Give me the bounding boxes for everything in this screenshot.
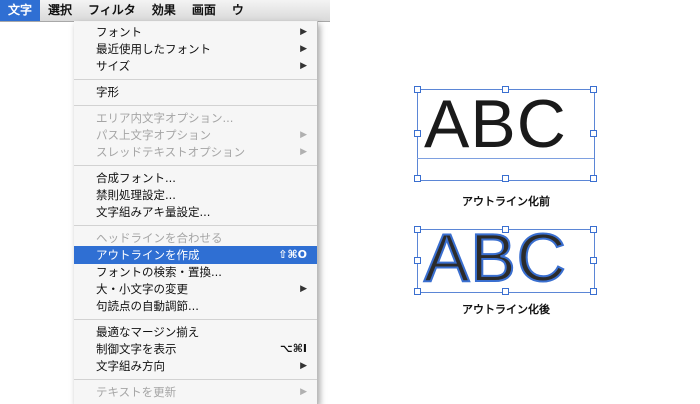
submenu-arrow-icon: ▶ bbox=[300, 387, 307, 397]
menu-item-kinsoku-settings[interactable]: 禁則処理設定... bbox=[74, 186, 317, 204]
bbox-handle[interactable] bbox=[502, 86, 509, 93]
text-dropdown-menu: フォント ▶ 最近使用したフォント ▶ サイズ ▶ 字形 エリア内文字オプション… bbox=[74, 21, 318, 404]
bbox-handle[interactable] bbox=[414, 130, 421, 137]
sample-text-before: ABC bbox=[424, 86, 567, 162]
menu-text[interactable]: 文字 bbox=[0, 0, 41, 21]
bbox-handle[interactable] bbox=[414, 175, 421, 182]
menu-item-type-on-path-options: パス上文字オプション ▶ bbox=[96, 128, 307, 142]
caption-before-outline: アウトライン化前 bbox=[462, 195, 550, 208]
sample-after-outline: ABC bbox=[414, 220, 598, 298]
menu-item-size[interactable]: サイズ ▶ bbox=[74, 57, 317, 75]
menu-item-type-orientation[interactable]: 文字組み方向 ▶ bbox=[74, 357, 317, 375]
bbox-handle[interactable] bbox=[414, 257, 421, 264]
bbox-handle[interactable] bbox=[414, 86, 421, 93]
menu-separator bbox=[74, 79, 317, 80]
sample-text-after: ABC bbox=[423, 220, 567, 296]
menu-item-area-type-options: エリア内文字オプション... bbox=[96, 111, 234, 125]
bbox-handle[interactable] bbox=[590, 86, 597, 93]
menu-select[interactable]: 選択 bbox=[40, 0, 80, 21]
submenu-arrow-icon: ▶ bbox=[300, 61, 307, 71]
menu-separator bbox=[74, 319, 317, 320]
menu-item-composite-fonts[interactable]: 合成フォント... bbox=[74, 169, 317, 187]
bbox-handle[interactable] bbox=[414, 226, 421, 233]
menu-item-change-case[interactable]: 大・小文字の変更 ▶ bbox=[74, 280, 317, 298]
menu-effect[interactable]: 効果 bbox=[144, 0, 184, 21]
menu-item-mojikumi-settings[interactable]: 文字組みアキ量設定... bbox=[74, 203, 317, 221]
menu-filter[interactable]: フィルタ bbox=[80, 0, 144, 21]
bbox-handle[interactable] bbox=[590, 130, 597, 137]
sample-before-outline: ABC bbox=[414, 86, 598, 186]
menu-separator bbox=[74, 165, 317, 166]
menu-item-optical-margin[interactable]: 最適なマージン揃え bbox=[74, 323, 317, 341]
menu-separator bbox=[74, 105, 317, 106]
menu-separator bbox=[74, 225, 317, 226]
submenu-arrow-icon: ▶ bbox=[300, 44, 307, 54]
shortcut-label: ⇧⌘O bbox=[278, 248, 307, 261]
menu-item-font[interactable]: フォント ▶ bbox=[74, 23, 317, 41]
caption-after-outline: アウトライン化後 bbox=[462, 303, 550, 316]
menu-item-recent-fonts[interactable]: 最近使用したフォント ▶ bbox=[74, 40, 317, 58]
bbox-handle[interactable] bbox=[414, 288, 421, 295]
bbox-handle[interactable] bbox=[502, 288, 509, 295]
submenu-arrow-icon: ▶ bbox=[300, 361, 307, 371]
bbox-handle[interactable] bbox=[502, 226, 509, 233]
menu-item-glyphs[interactable]: 字形 bbox=[74, 83, 317, 101]
bbox-handle[interactable] bbox=[590, 226, 597, 233]
menu-item-threaded-text-options: スレッドテキストオプション ▶ bbox=[96, 145, 307, 159]
menu-item-find-font[interactable]: フォントの検索・置換... bbox=[74, 263, 317, 281]
bbox-handle[interactable] bbox=[590, 175, 597, 182]
menu-item-update-legacy-text: テキストを更新 ▶ bbox=[96, 385, 307, 399]
menu-separator bbox=[74, 379, 317, 380]
bbox-handle[interactable] bbox=[590, 257, 597, 264]
menu-item-smart-punctuation[interactable]: 句読点の自動調節... bbox=[74, 297, 317, 315]
menu-item-show-hidden-characters[interactable]: 制御文字を表示 ⌥⌘I bbox=[74, 340, 317, 358]
menu-item-fit-headline: ヘッドラインを合わせる bbox=[96, 231, 223, 245]
submenu-arrow-icon: ▶ bbox=[300, 27, 307, 37]
bbox-handle[interactable] bbox=[590, 288, 597, 295]
submenu-arrow-icon: ▶ bbox=[300, 147, 307, 157]
menu-bar: 文字 選択 フィルタ 効果 画面 ウ bbox=[0, 0, 330, 22]
menu-item-create-outlines[interactable]: アウトラインを作成 ⇧⌘O bbox=[74, 246, 317, 264]
menu-window[interactable]: ウ bbox=[224, 0, 252, 21]
menu-view[interactable]: 画面 bbox=[184, 0, 224, 21]
shortcut-label: ⌥⌘I bbox=[280, 342, 307, 355]
bbox-handle[interactable] bbox=[502, 175, 509, 182]
submenu-arrow-icon: ▶ bbox=[300, 130, 307, 140]
submenu-arrow-icon: ▶ bbox=[300, 284, 307, 294]
